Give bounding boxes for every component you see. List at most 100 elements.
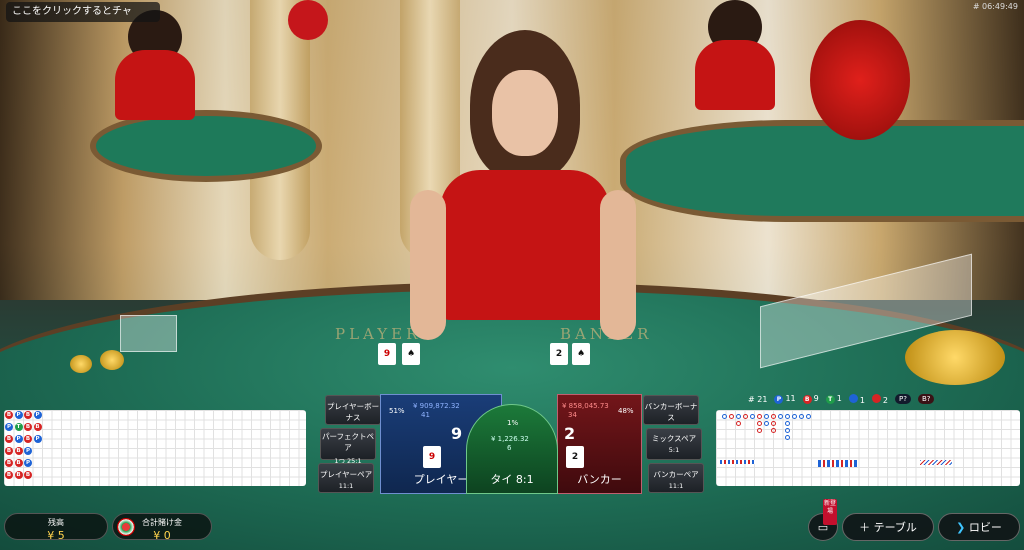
bead-road-result: P (24, 459, 32, 467)
bead-road[interactable]: BPBPPTBBBPBPBBPBBPBBB (4, 410, 306, 486)
big-road-mark (743, 414, 748, 419)
big-road-mark (757, 414, 762, 419)
derived-road (920, 460, 952, 465)
bead-road-result: B (5, 471, 13, 479)
player-pair-bet[interactable]: プレイヤーペア 11:1 (318, 463, 374, 493)
game-clock: # 06:49:49 (972, 2, 1018, 11)
tie-label: タイ 8:1 (490, 473, 534, 486)
big-road-mark (792, 414, 797, 419)
bead-road-result: B (14, 471, 23, 479)
chip-stack-icon (117, 518, 135, 536)
plus-icon: ＋ (859, 521, 871, 534)
banker-score: 2 (564, 424, 576, 443)
player-pair-stat: 1 (848, 393, 865, 405)
big-road-mark (729, 414, 734, 419)
player-total-bet: ¥ 909,872.32 (413, 402, 460, 410)
card-discard-tray (120, 315, 177, 352)
banker-pair-bet[interactable]: バンカーペア 11:1 (648, 463, 704, 493)
big-road-mark (736, 414, 741, 419)
player-card: 9 (423, 446, 441, 468)
bead-road-result: P (33, 411, 42, 419)
bead-road-result: B (14, 447, 23, 455)
big-road-mark (736, 421, 741, 426)
banker-predict-button[interactable]: B? (917, 394, 935, 404)
table-card: 9 (378, 343, 396, 365)
big-road-mark (785, 435, 790, 440)
banker-percent: 48% (618, 407, 634, 415)
banker-label: バンカー (577, 473, 622, 486)
background-table-right (620, 120, 1024, 222)
big-road-mark (764, 421, 769, 426)
big-road-mark (750, 414, 755, 419)
banker-bet-area[interactable]: ¥ 858,045.73 34 48% 2 2 バンカー (557, 394, 642, 494)
table-card: ♠ (572, 343, 590, 365)
add-table-button[interactable]: ＋ テーブル (842, 513, 934, 541)
perfect-pair-bet[interactable]: パーフェクトペア 1つ 25:1 (320, 428, 376, 465)
chat-prompt[interactable]: ここをクリックするとチャ (6, 2, 160, 22)
bead-road-result: B (14, 459, 23, 467)
derived-road (720, 460, 756, 464)
felt-player-label: PLAYER (335, 325, 422, 343)
bead-road-result: B (24, 435, 32, 443)
big-road-mark (799, 414, 804, 419)
mixed-pair-bet[interactable]: ミックスペア 5:1 (646, 428, 702, 460)
bead-road-result: B (33, 423, 42, 431)
big-road-mark (771, 428, 776, 433)
banker-dot-icon: B (802, 395, 812, 404)
tie-dot-icon: T (825, 395, 835, 404)
banker-total-bet: ¥ 858,045.73 (562, 402, 609, 410)
big-road-mark (771, 421, 776, 426)
banker-bonus-bet[interactable]: バンカーボーナス (643, 395, 699, 425)
bead-road-result: T (14, 423, 23, 431)
big-road-mark (771, 414, 776, 419)
gold-ingot-decoration (905, 330, 1005, 385)
background-table-left (90, 110, 322, 182)
balance-display: 残高 ¥ 5 (4, 513, 108, 542)
tie-percent: 1% (507, 419, 519, 427)
big-road-mark (757, 428, 762, 433)
big-road-mark (806, 414, 811, 419)
tie-total-bet: ¥ 1,226.32 (491, 435, 529, 443)
banker-pair-stat: 2 (871, 393, 888, 405)
bead-road-result: P (5, 423, 13, 431)
banker-bettor-count: 34 (568, 411, 577, 419)
lobby-button[interactable]: ❯ ロビー (938, 513, 1020, 541)
bead-road-result: B (24, 423, 32, 431)
background-dealer-left (100, 10, 210, 120)
player-score: 9 (451, 424, 463, 443)
big-road-mark (785, 428, 790, 433)
player-predict-button[interactable]: P? (895, 394, 911, 404)
big-road-mark (785, 414, 790, 419)
big-road[interactable] (716, 410, 1020, 486)
player-wins-stat: P 11 (774, 394, 796, 404)
new-badge: 新登場 (823, 499, 837, 525)
bead-road-result: P (14, 435, 23, 443)
stats-strip: # 21 P 11 B9 T1 1 2 P? B? (748, 392, 1020, 406)
tie-stat: T1 (825, 394, 842, 404)
bead-road-result: B (5, 435, 13, 443)
player-percent: 51% (389, 407, 405, 415)
table-card: 2 (550, 343, 568, 365)
bead-road-result: B (24, 411, 32, 419)
tie-bettor-count: 6 (507, 444, 512, 452)
lobby-arrow-icon: ❯ (956, 521, 966, 534)
dealer (400, 30, 640, 340)
total-bet-display: 合計賭け金 ¥ 0 (112, 513, 212, 542)
tie-bet-area[interactable]: 1% ¥ 1,226.32 6 タイ 8:1 (466, 404, 558, 494)
round-number: # 21 (748, 394, 768, 404)
player-bonus-bet[interactable]: プレイヤーボーナス (325, 395, 381, 425)
bead-road-result: P (14, 411, 23, 419)
bead-road-result: B (5, 447, 13, 455)
pair-dot-icon (848, 393, 858, 403)
table-card: ♠ (402, 343, 420, 365)
derived-road (818, 460, 858, 467)
bead-road-result: P (24, 447, 32, 455)
lantern-decoration (810, 20, 910, 140)
banker-wins-stat: B9 (802, 394, 819, 404)
big-road-mark (764, 414, 769, 419)
bead-road-result: P (33, 435, 42, 443)
bead-road-result: B (24, 471, 32, 479)
big-road-mark (785, 421, 790, 426)
big-road-mark (757, 421, 762, 426)
pair-dot-icon (871, 393, 881, 403)
